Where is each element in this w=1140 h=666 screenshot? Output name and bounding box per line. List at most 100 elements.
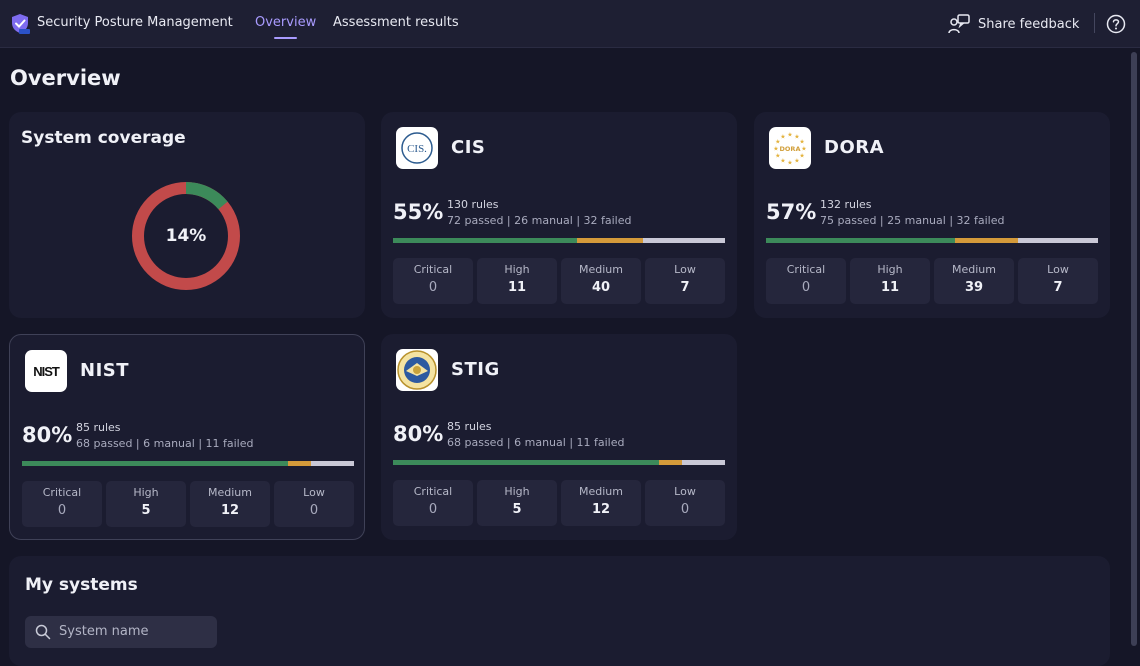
severity-high[interactable]: High 11	[477, 258, 557, 304]
bar-manual	[954, 238, 1018, 243]
severity-value: 0	[428, 280, 438, 295]
severity-low[interactable]: Low 0	[274, 481, 354, 527]
bar-manual	[576, 238, 644, 243]
tab-overview[interactable]: Overview	[255, 15, 316, 39]
nist-logo-icon: NIST	[25, 350, 67, 392]
severity-high[interactable]: High 5	[106, 481, 186, 527]
compliance-bar	[22, 461, 354, 466]
share-feedback-button[interactable]: Share feedback	[948, 13, 1079, 35]
rules-breakdown: 75 passed | 25 manual | 32 failed	[820, 214, 1005, 227]
dora-star: ★	[780, 133, 785, 140]
compliance-percent: 55%	[393, 200, 444, 224]
severity-label: Medium	[208, 486, 252, 499]
severity-critical[interactable]: Critical 0	[393, 480, 473, 526]
dora-logo-text: DORA	[780, 145, 801, 153]
system-search-box[interactable]	[25, 616, 217, 648]
severity-value: 5	[141, 503, 151, 518]
page-scrollbar[interactable]	[1131, 52, 1137, 646]
severity-high[interactable]: High 11	[850, 258, 930, 304]
severity-critical[interactable]: Critical 0	[766, 258, 846, 304]
dora-star: ★	[773, 146, 778, 153]
rules-breakdown: 72 passed | 26 manual | 32 failed	[447, 214, 632, 227]
severity-medium[interactable]: Medium 12	[190, 481, 270, 527]
severity-value: 7	[680, 280, 690, 295]
severity-value: 11	[507, 280, 527, 295]
search-icon	[35, 624, 51, 640]
rules-count: 85 rules	[76, 421, 121, 434]
severity-value: 0	[801, 280, 811, 295]
severity-low[interactable]: Low 7	[645, 258, 725, 304]
severity-medium[interactable]: Medium 40	[561, 258, 641, 304]
dora-eu-stars-icon: DORA ★ ★ ★ ★ ★ ★ ★ ★ ★ ★ ★ ★	[769, 127, 811, 169]
rules-count: 85 rules	[447, 420, 492, 433]
standard-name: NIST	[80, 360, 130, 381]
bar-passed	[393, 238, 577, 243]
standard-card-cis[interactable]: CIS. CIS 55% 130 rules 72 passed | 26 ma…	[381, 112, 737, 318]
bar-failed	[643, 238, 725, 243]
severity-value: 12	[591, 502, 611, 517]
severity-label: Critical	[413, 485, 453, 498]
cis-logo-icon: CIS.	[396, 127, 438, 169]
standard-name: STIG	[451, 359, 500, 380]
rules-breakdown: 68 passed | 6 manual | 11 failed	[76, 437, 254, 450]
toolbar-divider	[1094, 13, 1095, 33]
severity-high[interactable]: High 5	[477, 480, 557, 526]
standard-name: CIS	[451, 137, 486, 158]
bar-passed	[22, 461, 288, 466]
dora-star: ★	[801, 146, 806, 153]
rules-count: 130 rules	[447, 198, 499, 211]
severity-value: 0	[428, 502, 438, 517]
severity-value: 7	[1053, 280, 1063, 295]
severity-medium[interactable]: Medium 12	[561, 480, 641, 526]
dora-star: ★	[787, 160, 792, 167]
bar-manual	[658, 460, 683, 465]
system-coverage-card: System coverage 14%	[9, 112, 365, 318]
severity-row: Critical 0 High 11 Medium 40 Low 7	[393, 258, 725, 304]
page-title: Overview	[10, 66, 121, 90]
system-name-input[interactable]	[59, 616, 209, 646]
compliance-percent: 80%	[22, 423, 73, 447]
dora-star: ★	[799, 153, 804, 160]
standard-card-nist[interactable]: NIST NIST 80% 85 rules 68 passed | 6 man…	[9, 334, 365, 540]
standard-card-dora[interactable]: DORA ★ ★ ★ ★ ★ ★ ★ ★ ★ ★ ★ ★ DORA 57% 132 rules 75 …	[754, 112, 1110, 318]
severity-label: Critical	[786, 263, 826, 276]
severity-value: 39	[964, 280, 984, 295]
dora-star: ★	[775, 153, 780, 160]
nist-logo-text: NIST	[33, 364, 60, 379]
system-coverage-title: System coverage	[21, 128, 186, 148]
severity-critical[interactable]: Critical 0	[393, 258, 473, 304]
severity-value: 0	[309, 503, 319, 518]
compliance-bar	[393, 460, 725, 465]
bar-passed	[393, 460, 659, 465]
top-bar: Security Posture Management Overview Ass…	[0, 0, 1140, 48]
severity-value: 5	[512, 502, 522, 517]
dora-star: ★	[799, 139, 804, 146]
severity-label: Low	[303, 486, 325, 499]
dora-star: ★	[787, 132, 792, 139]
severity-label: High	[504, 485, 530, 498]
rules-count: 132 rules	[820, 198, 872, 211]
severity-value: 0	[57, 503, 67, 518]
standard-card-stig[interactable]: STIG 80% 85 rules 68 passed | 6 manual |…	[381, 334, 737, 540]
severity-value: 11	[880, 280, 900, 295]
my-systems-card: My systems	[9, 556, 1110, 666]
share-feedback-label: Share feedback	[978, 16, 1080, 32]
tab-assessment-results[interactable]: Assessment results	[333, 15, 459, 30]
bar-passed	[766, 238, 955, 243]
help-circle-icon[interactable]	[1106, 14, 1126, 34]
severity-low[interactable]: Low 0	[645, 480, 725, 526]
severity-label: Medium	[579, 263, 623, 276]
bar-failed	[682, 460, 725, 465]
bar-failed	[1017, 238, 1098, 243]
severity-value: 12	[220, 503, 240, 518]
severity-critical[interactable]: Critical 0	[22, 481, 102, 527]
shield-check-icon	[12, 14, 30, 34]
severity-medium[interactable]: Medium 39	[934, 258, 1014, 304]
severity-low[interactable]: Low 7	[1018, 258, 1098, 304]
compliance-percent: 57%	[766, 200, 817, 224]
severity-label: Medium	[952, 263, 996, 276]
severity-label: Low	[1047, 263, 1069, 276]
severity-label: High	[133, 486, 159, 499]
severity-label: High	[504, 263, 530, 276]
my-systems-title: My systems	[25, 575, 138, 595]
